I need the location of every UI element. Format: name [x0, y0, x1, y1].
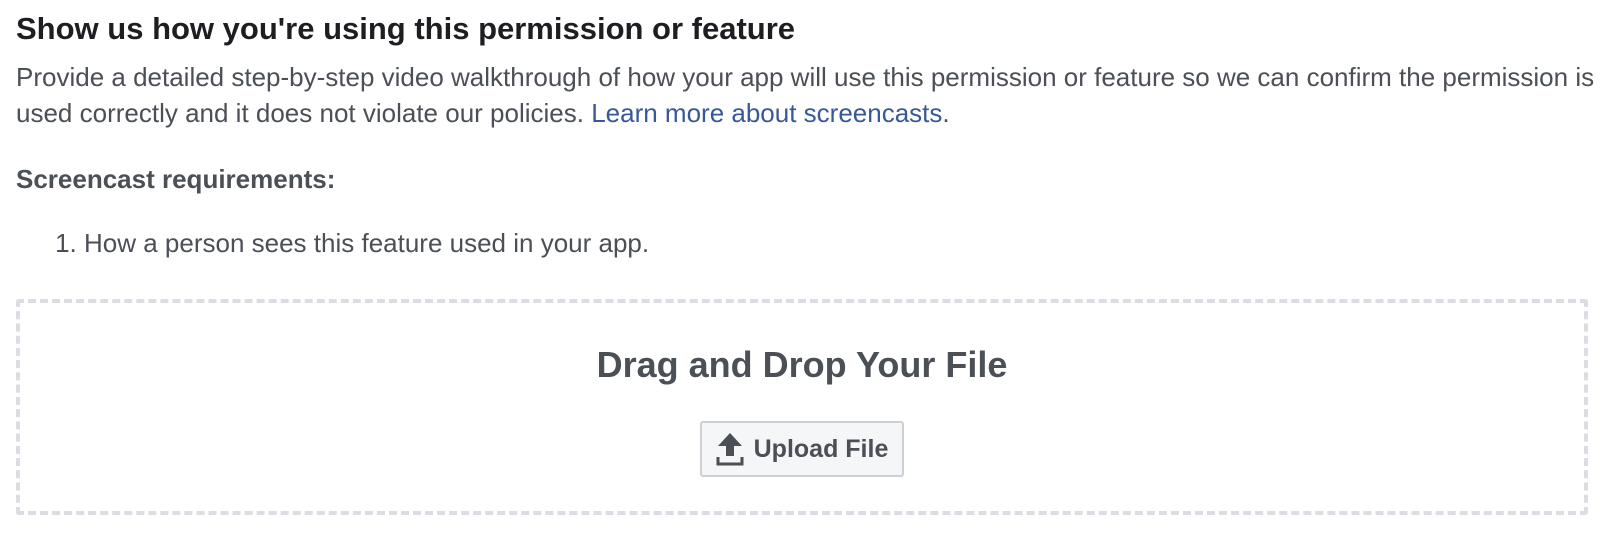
requirement-item: How a person sees this feature used in y…: [84, 225, 1602, 261]
learn-more-screencasts-link[interactable]: Learn more about screencasts: [591, 98, 942, 128]
permission-screencast-section: Show us how you're using this permission…: [0, 0, 1618, 261]
upload-file-button[interactable]: Upload File: [699, 421, 905, 477]
upload-button-label: Upload File: [753, 434, 889, 463]
requirements-list: How a person sees this feature used in y…: [16, 225, 1602, 261]
upload-icon: [716, 432, 744, 466]
dropzone-title: Drag and Drop Your File: [596, 344, 1008, 385]
file-dropzone[interactable]: Drag and Drop Your File Upload File: [16, 299, 1588, 515]
section-description: Provide a detailed step-by-step video wa…: [16, 59, 1602, 131]
section-title: Show us how you're using this permission…: [16, 11, 796, 46]
description-end: .: [942, 98, 950, 128]
requirements-heading: Screencast requirements:: [16, 164, 336, 194]
